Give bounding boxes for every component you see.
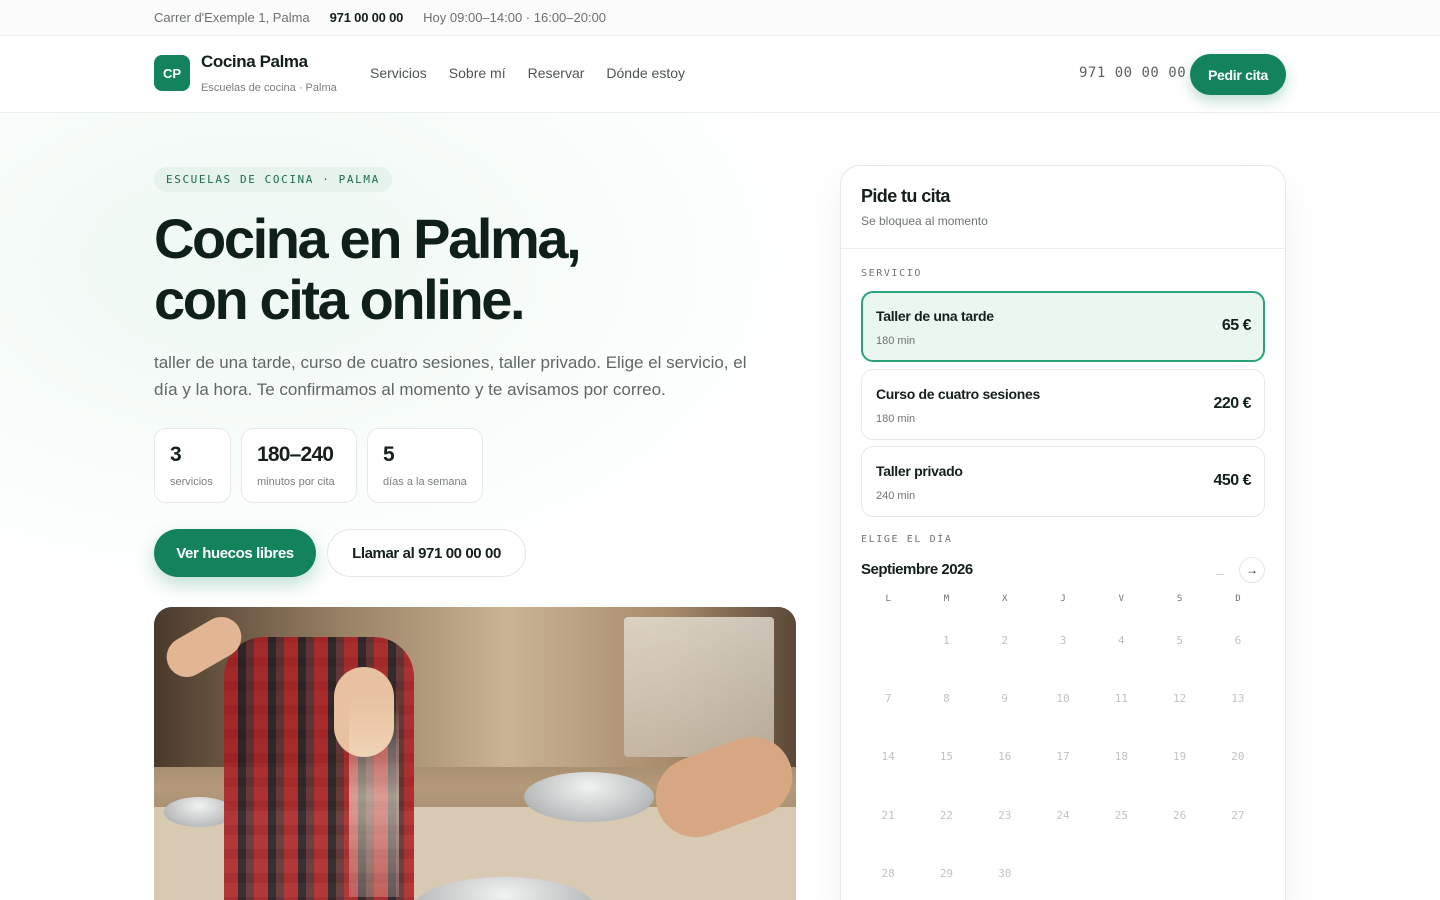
calendar-day[interactable]: 6 [1209, 611, 1267, 669]
weekday-label: S [1176, 594, 1183, 604]
stat-value: 3 [170, 443, 182, 466]
calendar-day[interactable]: 15 [917, 728, 975, 786]
calendar-empty-cell [859, 611, 917, 669]
calendar-day[interactable]: 21 [859, 786, 917, 844]
hero-description: taller de una tarde, curso de cuatro ses… [154, 353, 747, 399]
calendar-day[interactable]: 7 [859, 669, 917, 727]
hero-title-line-2: con cita online. [154, 268, 526, 331]
previous-month-icon[interactable]: – [1207, 560, 1233, 586]
calendar-day[interactable]: 29 [917, 844, 975, 900]
calendar-day[interactable]: 3 [1034, 611, 1092, 669]
calendar-day[interactable]: 8 [917, 669, 975, 727]
service-name: Taller de una tarde [876, 308, 994, 324]
calendar-day[interactable]: 14 [859, 728, 917, 786]
stat-card-minutos: 180–240 minutos por cita [241, 428, 357, 503]
hero-title-line-1: Cocina en Palma, [154, 207, 582, 270]
stat-card-dias: 5 días a la semana [367, 428, 483, 503]
stat-value: 5 [383, 443, 395, 466]
service-duration: 240 min [876, 490, 916, 502]
ver-huecos-button[interactable]: Ver huecos libres [154, 529, 316, 577]
stat-card-servicios: 3 servicios [154, 428, 231, 503]
brand-name[interactable]: Cocina Palma [201, 52, 308, 72]
calendar-day[interactable]: 16 [976, 728, 1034, 786]
weekday-label: L [885, 594, 891, 604]
calendar-day[interactable]: 23 [976, 786, 1034, 844]
opening-hours: Hoy 09:00–14:00 · 16:00–20:00 [423, 10, 607, 25]
calendar-month-title: Septiembre 2026 [861, 561, 973, 578]
booking-subtitle: Se bloquea al momento [861, 214, 988, 228]
calendar-day[interactable]: 30 [976, 844, 1034, 900]
calendar-day[interactable]: 2 [976, 611, 1034, 669]
weekday-label: D [1235, 594, 1241, 604]
site-header: CP Cocina Palma Escuelas de cocina · Pal… [0, 36, 1440, 113]
hero-title: Cocina en Palma, con cita online. [154, 208, 754, 330]
calendar-day[interactable]: 27 [1209, 786, 1267, 844]
weekday-label: X [1002, 594, 1008, 604]
service-price: 220 € [1213, 395, 1251, 412]
service-option-taller-tarde[interactable]: Taller de una tarde 180 min 65 € [861, 291, 1265, 362]
calendar-day[interactable]: 18 [1092, 728, 1150, 786]
calendar-day[interactable]: 4 [1092, 611, 1150, 669]
stat-label: días a la semana [383, 476, 467, 488]
calendar-day[interactable]: 17 [1034, 728, 1092, 786]
calendar-weekday-header: L M X J V S D [859, 594, 1267, 604]
calendar-day[interactable]: 10 [1034, 669, 1092, 727]
weekday-label: J [1060, 594, 1066, 604]
weekday-label: M [943, 594, 950, 604]
service-option-taller-privado[interactable]: Taller privado 240 min 450 € [861, 446, 1265, 517]
stat-label: minutos por cita [257, 476, 335, 488]
booking-card-header: Pide tu cita Se bloquea al momento [841, 166, 1285, 249]
service-price: 450 € [1213, 472, 1251, 489]
nav-item-reservar[interactable]: Reservar [528, 65, 585, 81]
service-name: Taller privado [876, 463, 963, 479]
stats-row: 3 servicios 180–240 minutos por cita 5 d… [154, 428, 483, 503]
calendar-day[interactable]: 22 [917, 786, 975, 844]
day-section-label: ELIGE EL DÍA [861, 534, 953, 545]
stat-label: servicios [170, 476, 213, 488]
service-duration: 180 min [876, 335, 916, 347]
calendar-day[interactable]: 19 [1150, 728, 1208, 786]
service-name: Curso de cuatro sesiones [876, 386, 1040, 402]
calendar-day[interactable]: 13 [1209, 669, 1267, 727]
next-month-arrow-icon[interactable]: → [1239, 557, 1265, 583]
hero-photo-cooking-class [154, 607, 796, 900]
llamar-button[interactable]: Llamar al 971 00 00 00 [327, 529, 526, 577]
calendar-day[interactable]: 9 [976, 669, 1034, 727]
booking-card: Pide tu cita Se bloquea al momento SERVI… [840, 165, 1286, 900]
calendar-day[interactable]: 25 [1092, 786, 1150, 844]
service-price: 65 € [1221, 317, 1252, 334]
top-info-content: Carrer d'Exemple 1, Palma 971 00 00 00 H… [154, 10, 606, 25]
calendar-day[interactable]: 26 [1150, 786, 1208, 844]
top-info-bar: Carrer d'Exemple 1, Palma 971 00 00 00 H… [0, 0, 1440, 36]
nav-item-servicios[interactable]: Servicios [370, 65, 427, 81]
weekday-label: V [1118, 594, 1125, 604]
address-text: Carrer d'Exemple 1, Palma [154, 10, 310, 25]
calendar-day-grid: 1 2 3 4 5 6 7 8 9 10 11 12 13 14 15 16 17 18 19 20 21 22 23 24 2… [859, 611, 1267, 900]
calendar-day[interactable]: 24 [1034, 786, 1092, 844]
topbar-phone-link[interactable]: 971 00 00 00 [330, 10, 404, 25]
stat-value: 180–240 [257, 443, 334, 466]
calendar-day[interactable]: 20 [1209, 728, 1267, 786]
service-section-label: SERVICIO [861, 268, 922, 279]
booking-title: Pide tu cita [861, 186, 950, 206]
service-option-curso-cuatro[interactable]: Curso de cuatro sesiones 180 min 220 € [861, 369, 1265, 440]
logo-badge[interactable]: CP [154, 55, 190, 91]
main-nav: Servicios Sobre mí Reservar Dónde estoy [370, 65, 685, 81]
calendar-day[interactable]: 28 [859, 844, 917, 900]
brand-tagline: Escuelas de cocina · Palma [201, 82, 337, 94]
service-duration: 180 min [876, 413, 916, 425]
pedir-cita-button[interactable]: Pedir cita [1190, 54, 1286, 95]
header-phone-link[interactable]: 971 00 00 00 [1079, 65, 1186, 81]
calendar-day[interactable]: 5 [1150, 611, 1208, 669]
calendar-day[interactable]: 1 [917, 611, 975, 669]
nav-item-sobre-mi[interactable]: Sobre mí [449, 65, 506, 81]
nav-item-donde-estoy[interactable]: Dónde estoy [606, 65, 685, 81]
hero-eyebrow-badge: ESCUELAS DE COCINA · PALMA [154, 167, 392, 192]
calendar-day[interactable]: 11 [1092, 669, 1150, 727]
calendar-day[interactable]: 12 [1150, 669, 1208, 727]
